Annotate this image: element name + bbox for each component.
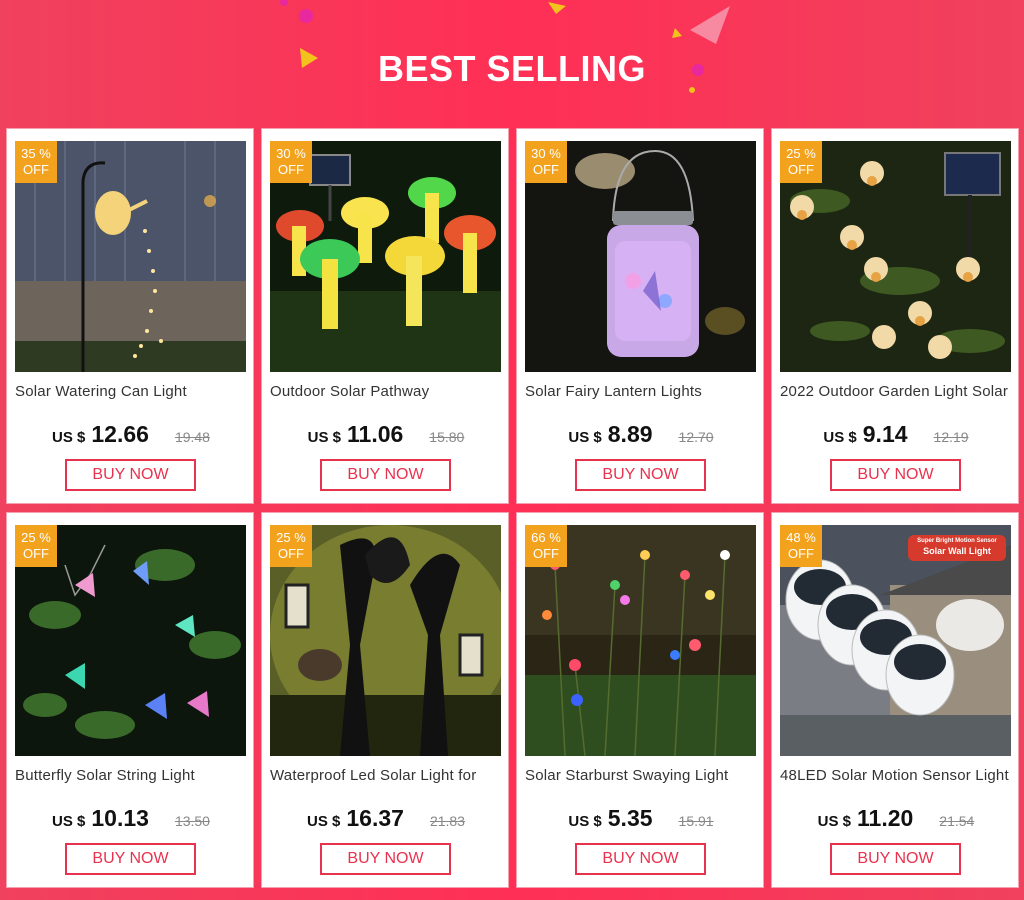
buy-now-button[interactable]: BUY NOW (830, 843, 961, 875)
price: 11.20 (857, 805, 914, 831)
product-name[interactable]: 48LED Solar Motion Sensor Light (780, 767, 1016, 784)
product-card[interactable]: 30 % OFF Solar Fairy Lantern Lights US $… (516, 128, 764, 504)
page-title: BEST SELLING (377, 48, 647, 89)
original-price: 21.54 (939, 813, 975, 829)
buy-now-button[interactable]: BUY NOW (65, 459, 196, 491)
original-price: 15.80 (429, 429, 465, 445)
photo-caption-line2: Solar Wall Light (923, 546, 991, 556)
currency: US $ (52, 429, 86, 446)
original-price: 12.19 (933, 429, 969, 445)
price: 5.35 (607, 805, 653, 831)
product-name[interactable]: Solar Starburst Swaying Light (525, 767, 761, 784)
price-row: US $ 16.37 21.83 (262, 805, 510, 832)
price-row: US $ 9.14 12.19 (772, 421, 1020, 448)
currency: US $ (568, 429, 602, 446)
currency: US $ (823, 429, 857, 446)
product-card[interactable]: 30 % OFF Outdoor Solar Pathway US $ 11.0… (261, 128, 509, 504)
price: 10.13 (91, 805, 149, 831)
product-name[interactable]: Outdoor Solar Pathway (270, 383, 506, 400)
product-name[interactable]: 2022 Outdoor Garden Light Solar (780, 383, 1016, 400)
currency: US $ (568, 813, 602, 830)
product-grid: 35 % OFF Solar Watering Can Light US $ 1… (6, 128, 1019, 888)
product-card[interactable]: Super Bright Motion Sensor Solar Wall Li… (771, 512, 1019, 888)
product-card[interactable]: 25 % OFF Waterproof Led Solar Light for … (261, 512, 509, 888)
buy-now-button[interactable]: BUY NOW (575, 843, 706, 875)
original-price: 19.48 (174, 429, 210, 445)
product-name[interactable]: Butterfly Solar String Light (15, 767, 251, 784)
currency: US $ (307, 813, 341, 830)
original-price: 21.83 (429, 813, 465, 829)
discount-badge: 25 % OFF (780, 141, 822, 183)
discount-badge: 35 % OFF (15, 141, 57, 183)
currency: US $ (817, 813, 851, 830)
price-row: US $ 5.35 15.91 (517, 805, 765, 832)
buy-now-button[interactable]: BUY NOW (830, 459, 961, 491)
price-row: US $ 11.20 21.54 (772, 805, 1020, 832)
product-name[interactable]: Solar Watering Can Light (15, 383, 251, 400)
product-card[interactable]: 35 % OFF Solar Watering Can Light US $ 1… (6, 128, 254, 504)
price: 9.14 (862, 421, 908, 447)
buy-now-button[interactable]: BUY NOW (320, 459, 451, 491)
original-price: 12.70 (678, 429, 714, 445)
price: 12.66 (91, 421, 149, 447)
discount-badge: 48 % OFF (780, 525, 822, 567)
discount-badge: 25 % OFF (15, 525, 57, 567)
photo-caption-line1: Super Bright Motion Sensor (917, 538, 997, 544)
discount-badge: 25 % OFF (270, 525, 312, 567)
original-price: 13.50 (174, 813, 210, 829)
product-card[interactable]: 66 % OFF Solar Starburst Swaying Light U… (516, 512, 764, 888)
product-name[interactable]: Solar Fairy Lantern Lights (525, 383, 761, 400)
price: 11.06 (347, 421, 404, 447)
discount-badge: 30 % OFF (525, 141, 567, 183)
discount-badge: 66 % OFF (525, 525, 567, 567)
price-row: US $ 8.89 12.70 (517, 421, 765, 448)
price: 16.37 (346, 805, 404, 831)
product-name[interactable]: Waterproof Led Solar Light for (270, 767, 506, 784)
product-card[interactable]: 25 % OFF 2022 Outdoor Garden Light Solar… (771, 128, 1019, 504)
buy-now-button[interactable]: BUY NOW (65, 843, 196, 875)
price-row: US $ 12.66 19.48 (7, 421, 255, 448)
discount-badge: 30 % OFF (270, 141, 312, 183)
price-row: US $ 10.13 13.50 (7, 805, 255, 832)
price-row: US $ 11.06 15.80 (262, 421, 510, 448)
buy-now-button[interactable]: BUY NOW (320, 843, 451, 875)
currency: US $ (52, 813, 86, 830)
original-price: 15.91 (678, 813, 714, 829)
price: 8.89 (607, 421, 653, 447)
buy-now-button[interactable]: BUY NOW (575, 459, 706, 491)
photo-caption: Super Bright Motion Sensor Solar Wall Li… (908, 537, 1006, 557)
product-card[interactable]: 25 % OFF Butterfly Solar String Light US… (6, 512, 254, 888)
currency: US $ (307, 429, 341, 446)
